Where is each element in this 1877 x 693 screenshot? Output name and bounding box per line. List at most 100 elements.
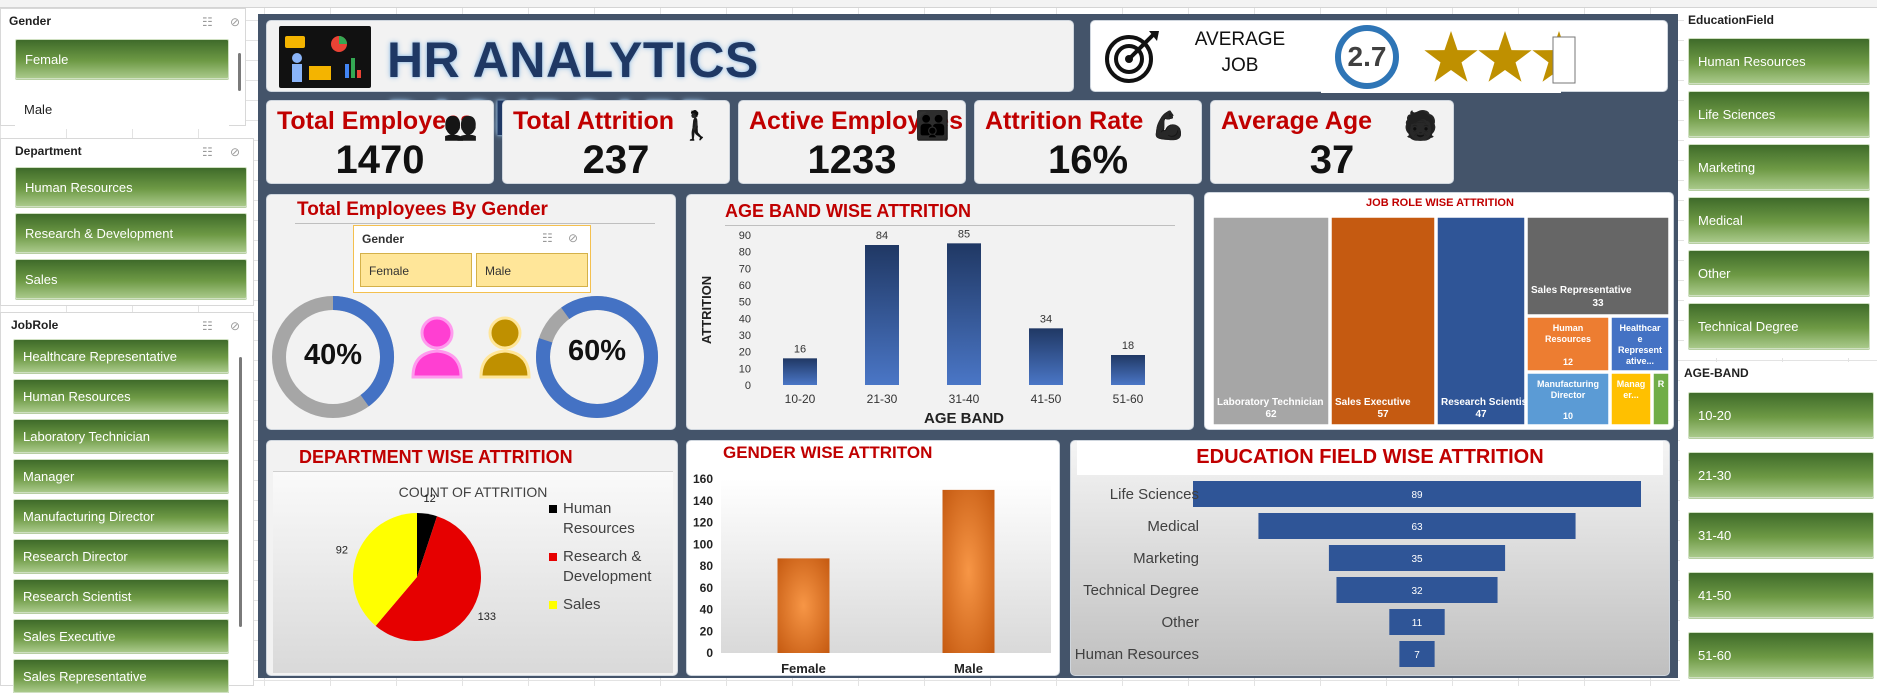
female-person-icon	[411, 316, 463, 379]
column-header-strip	[0, 0, 1877, 8]
department-pie-chart: COUNT OF ATTRITION12 133 92 Human Resources R…	[336, 484, 652, 641]
clear-filter-icon[interactable]: ⊘	[230, 15, 240, 29]
slicer-title: AGE-BAND	[1684, 366, 1749, 380]
clear-filter-icon[interactable]: ⊘	[230, 319, 240, 333]
y-tick-label: 60	[700, 581, 714, 595]
data-label: 84	[876, 230, 888, 242]
cell-value: 33	[1592, 298, 1604, 309]
slicer-item[interactable]: 51-60	[1688, 632, 1874, 678]
slicer-item[interactable]: Technical Degree	[1688, 303, 1870, 349]
cell-label: Sales Representative	[1531, 285, 1632, 296]
slicer-title: EducationField	[1688, 13, 1775, 27]
slicer-item-male[interactable]: Male	[476, 253, 588, 287]
data-label: 35	[1411, 554, 1423, 565]
kpi-card: Total Attrition 237 🚶	[502, 100, 730, 184]
slicer-item[interactable]: Human Resources	[15, 167, 247, 207]
divider	[295, 223, 655, 224]
category-label: Human Resources	[1075, 646, 1199, 663]
slicer-item-female[interactable]: Female	[360, 253, 472, 287]
slicer-item-female[interactable]: Female	[15, 39, 229, 79]
y-tick-label: 10	[739, 363, 751, 375]
slicer-item[interactable]: Research Director	[13, 539, 229, 573]
clear-filter-icon[interactable]: ⊘	[230, 145, 240, 159]
y-tick-label: 20	[739, 347, 751, 359]
male-person-icon	[479, 316, 531, 379]
slicer-item[interactable]: Manufacturing Director	[13, 499, 229, 533]
cell-value: 62	[1265, 409, 1277, 420]
slicer-item[interactable]: Life Sciences	[1688, 91, 1870, 137]
rating-label-line1: AVERAGE	[1194, 29, 1286, 50]
y-axis-label: ATTRITION	[699, 276, 714, 344]
y-tick-label: 30	[739, 330, 751, 342]
jobrole-treemap: Laboratory Technician62 Sales Executive57…	[1212, 216, 1670, 426]
rating-value-badge: 2.7	[1335, 25, 1399, 89]
slicer-item[interactable]: Human Resources	[13, 379, 229, 413]
legend-swatch	[549, 553, 557, 561]
bar	[1029, 328, 1063, 385]
multi-select-icon[interactable]: ☷	[202, 319, 213, 333]
data-label: 92	[336, 544, 348, 556]
scrollbar[interactable]	[239, 357, 242, 627]
male-percentage: 60%	[567, 335, 627, 367]
treemap-cell	[1436, 216, 1526, 426]
header-card: HR ANALYTICS DASHBOARD	[266, 20, 1074, 146]
category-label: Technical Degree	[1083, 582, 1199, 599]
clear-filter-icon[interactable]: ⊘	[568, 231, 578, 245]
x-tick-label: Male	[954, 661, 983, 676]
slicer-item[interactable]: Medical	[1688, 197, 1870, 243]
scrollbar[interactable]	[238, 53, 241, 91]
data-label: 34	[1040, 313, 1052, 325]
gender-attrition-chart: 0 20 40 60 80 100 120 140 160 Female Male	[693, 472, 1051, 676]
slicer-item[interactable]: Research & Development	[15, 213, 247, 253]
slicer-item[interactable]: Sales	[15, 259, 247, 299]
slicer-item[interactable]: Research Scientist	[13, 579, 229, 613]
slicer-item[interactable]: Other	[1688, 250, 1870, 296]
cell-label: Sales Executive	[1335, 397, 1411, 408]
slicer-item[interactable]: Sales Executive	[13, 619, 229, 653]
treemap-cell	[1212, 216, 1330, 426]
data-label: 89	[1411, 490, 1423, 501]
slicer-item[interactable]: Human Resources	[1688, 38, 1870, 84]
slicer-title: Gender	[362, 232, 405, 246]
department-card: DEPARTMENT WISE ATTRITION COUNT OF ATTRI…	[266, 440, 678, 676]
slicer-item[interactable]: 31-40	[1688, 512, 1874, 558]
legend-label: Development	[563, 568, 652, 585]
kpi-value: 1470	[335, 138, 425, 182]
person-leaving-icon: 🚶	[679, 110, 714, 141]
jobrole-slicer: JobRole ☷ ⊘ Healthcare Representative Hum…	[0, 312, 254, 693]
bar	[947, 243, 981, 385]
x-tick-label: 10-20	[785, 392, 816, 406]
slicer-item[interactable]: Manager	[13, 459, 229, 493]
analytics-presentation-icon	[279, 26, 371, 88]
gender-slicer: Gender ☷ ⊘ Female Male	[0, 8, 246, 129]
multi-select-icon[interactable]: ☷	[542, 231, 553, 245]
cell-value: 47	[1475, 409, 1487, 420]
department-slicer: Department ☷ ⊘ Human Resources Research …	[0, 138, 254, 306]
slicer-item[interactable]: Laboratory Technician	[13, 419, 229, 453]
multi-select-icon[interactable]: ☷	[202, 145, 213, 159]
kpi-title: Total Attrition	[513, 107, 675, 135]
slicer-item-male[interactable]: Male	[15, 89, 229, 129]
data-label: 85	[958, 228, 970, 240]
slicer-item[interactable]: Healthcare Representative	[13, 339, 229, 373]
y-tick-label: 0	[745, 380, 751, 392]
kpi-card: Attrition Rate 16% 💪	[974, 100, 1202, 184]
bar	[783, 358, 817, 385]
kpi-title: Average Age	[1221, 107, 1372, 135]
y-tick-label: 160	[693, 472, 713, 486]
kpi-card: Average Age 37 🧓	[1210, 100, 1454, 184]
cell-label: Research Scientist	[1441, 397, 1531, 408]
y-tick-label: 100	[693, 537, 713, 551]
kpi-title: Attrition Rate	[985, 107, 1144, 135]
y-tick-label: 60	[739, 280, 751, 292]
slicer-item[interactable]: 10-20	[1688, 392, 1874, 438]
slicer-item[interactable]: 21-30	[1688, 452, 1874, 498]
slicer-item[interactable]: Marketing	[1688, 144, 1870, 190]
age-band-slicer: AGE-BAND 10-20 21-30 31-40 41-50 51-60	[1680, 362, 1877, 686]
legend-label: Resources	[563, 520, 635, 537]
category-label: Medical	[1147, 518, 1199, 535]
multi-select-icon[interactable]: ☷	[202, 15, 213, 29]
data-label: 18	[1122, 340, 1134, 352]
slicer-item[interactable]: Sales Representative	[13, 659, 229, 693]
slicer-item[interactable]: 41-50	[1688, 572, 1874, 618]
